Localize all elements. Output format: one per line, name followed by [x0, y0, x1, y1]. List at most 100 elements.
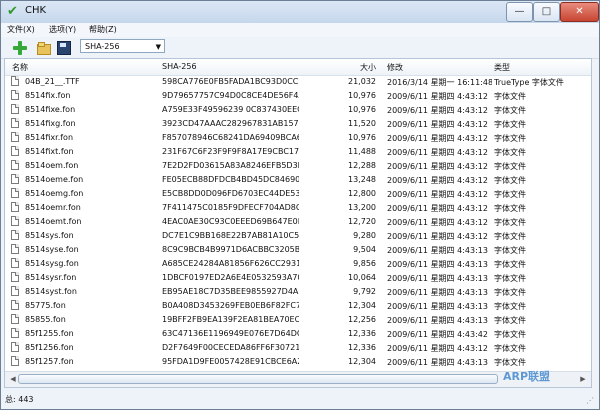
- file-hash: 231F67C6F23F9F9F8A17E9CBC173...: [162, 147, 299, 156]
- close-button[interactable]: ✕: [560, 2, 599, 22]
- file-modified: 2009/6/11 星期四 4:43:12: [387, 106, 488, 115]
- file-modified: 2009/6/11 星期四 4:43:13: [387, 302, 488, 311]
- file-modified: 2009/6/11 星期四 4:43:12: [387, 162, 488, 171]
- file-modified: 2009/6/11 星期四 4:43:12: [387, 148, 488, 157]
- file-type: 字体文件: [494, 288, 526, 297]
- file-icon: [11, 328, 19, 338]
- file-type: TrueType 字体文件: [494, 78, 564, 87]
- maximize-button[interactable]: □: [533, 2, 560, 22]
- file-size: 12,288: [348, 161, 376, 170]
- table-row[interactable]: 8514syst.fon EB95AE18C7D35BEE9855927D4A6…: [5, 285, 591, 299]
- file-size: 12,256: [348, 315, 376, 324]
- file-modified: 2009/6/11 星期四 4:43:12: [387, 134, 488, 143]
- title-bar[interactable]: ✔ CHK — □ ✕: [1, 1, 599, 24]
- file-modified: 2009/6/11 星期四 4:43:12: [387, 218, 488, 227]
- hash-algorithm-select[interactable]: SHA-256 ▼: [80, 39, 165, 53]
- minimize-button[interactable]: —: [506, 2, 533, 22]
- table-row[interactable]: 04B_21__.TTF 598CA776E0FB5FADA1BC93D0CC.…: [5, 75, 591, 89]
- file-type: 字体文件: [494, 232, 526, 241]
- file-hash: 8C9C9BCB4B9971D6ACBBC3205B...: [162, 245, 299, 254]
- file-icon: [11, 104, 19, 114]
- header-modified[interactable]: 修改: [387, 62, 495, 73]
- file-size: 12,304: [348, 301, 376, 310]
- header-hash[interactable]: SHA-256: [162, 62, 297, 71]
- file-type: 字体文件: [494, 260, 526, 269]
- file-name: 8514oeme.fon: [25, 175, 84, 184]
- table-row[interactable]: 85855.fon 19BFF2FB9EA139F2EA81BEA70EC...…: [5, 313, 591, 327]
- file-type: 字体文件: [494, 106, 526, 115]
- table-row[interactable]: 8514oemr.fon 7F411475C0185F9DFECF704AD8C…: [5, 201, 591, 215]
- file-type: 字体文件: [494, 204, 526, 213]
- file-name: 8514syse.fon: [25, 245, 79, 254]
- file-icon: [11, 230, 19, 240]
- file-size: 12,336: [348, 329, 376, 338]
- file-size: 13,248: [348, 175, 376, 184]
- table-row[interactable]: 8514oemg.fon E5CB8DD0D096FD6703EC44DE539…: [5, 187, 591, 201]
- file-type: 字体文件: [494, 246, 526, 255]
- file-modified: 2009/6/11 星期四 4:43:42: [387, 330, 488, 339]
- table-row[interactable]: 85f1257.fon 95FDA1D9FE0057428E91CBCE6A2.…: [5, 355, 591, 369]
- header-type[interactable]: 类型: [494, 62, 584, 73]
- file-name: 04B_21__.TTF: [25, 77, 80, 86]
- file-size: 10,976: [348, 133, 376, 142]
- file-name: 8514oemt.fon: [25, 217, 82, 226]
- table-row[interactable]: 8514oeme.fon FE05ECB88DFDCB4BD45DC84690.…: [5, 173, 591, 187]
- file-icon: [11, 132, 19, 142]
- table-row[interactable]: 85f1256.fon D2F7649F00CECEDA86FF6F30721.…: [5, 341, 591, 355]
- file-hash: 3923CD47AAAC282967831AB1571...: [162, 119, 299, 128]
- file-type: 字体文件: [494, 148, 526, 157]
- file-hash: D2F7649F00CECEDA86FF6F30721...: [162, 343, 299, 352]
- file-size: 11,488: [348, 147, 376, 156]
- file-icon: [11, 286, 19, 296]
- file-icon: [11, 90, 19, 100]
- header-size[interactable]: 大小: [316, 62, 376, 73]
- file-type: 字体文件: [494, 316, 526, 325]
- file-hash: B0A408D3453269FEB0EB6F82FC70...: [162, 301, 299, 310]
- save-icon[interactable]: [56, 40, 71, 55]
- table-header: 名称 SHA-256 大小 修改 类型: [5, 59, 591, 76]
- file-modified: 2009/6/11 星期四 4:43:12: [387, 190, 488, 199]
- file-size: 11,520: [348, 119, 376, 128]
- table-row[interactable]: 8514fixr.fon F857078946C68241DA69409BCA6…: [5, 131, 591, 145]
- file-type: 字体文件: [494, 120, 526, 129]
- table-row[interactable]: 85f1255.fon 63C47136E1196949E076E7D64DC.…: [5, 327, 591, 341]
- menu-options[interactable]: 选项(Y): [49, 24, 76, 35]
- file-name: 8514fix.fon: [25, 91, 71, 100]
- menu-help[interactable]: 帮助(Z): [89, 24, 117, 35]
- file-icon: [11, 118, 19, 128]
- file-type: 字体文件: [494, 134, 526, 143]
- file-hash: 1DBCF0197ED2A6E4E0532593A70...: [162, 273, 299, 282]
- table-row[interactable]: 8514sysg.fon A685CE24284A81856F626CC2931…: [5, 257, 591, 271]
- table-row[interactable]: 8514sys.fon DC7E1C9BB168E22B7AB81A10C5..…: [5, 229, 591, 243]
- file-hash: EB95AE18C7D35BEE9855927D4A6...: [162, 287, 299, 296]
- main-window: ✔ CHK — □ ✕ 文件(X) 选项(Y) 帮助(Z) SHA-256 ▼ …: [0, 0, 600, 410]
- file-size: 12,336: [348, 343, 376, 352]
- file-size: 21,032: [348, 77, 376, 86]
- file-size: 9,280: [353, 231, 376, 240]
- file-modified: 2009/6/11 星期四 4:43:12: [387, 204, 488, 213]
- table-row[interactable]: 8514fixg.fon 3923CD47AAAC282967831AB1571…: [5, 117, 591, 131]
- table-row[interactable]: 8514sysr.fon 1DBCF0197ED2A6E4E0532593A70…: [5, 271, 591, 285]
- file-icon: [11, 202, 19, 212]
- table-row[interactable]: 85775.fon B0A408D3453269FEB0EB6F82FC70..…: [5, 299, 591, 313]
- file-icon: [11, 174, 19, 184]
- scrollbar-thumb[interactable]: [18, 374, 498, 384]
- menu-file[interactable]: 文件(X): [7, 24, 35, 35]
- resize-grip-icon[interactable]: ⋰: [586, 396, 596, 406]
- file-type: 字体文件: [494, 162, 526, 171]
- window-title: CHK: [25, 5, 47, 16]
- chevron-down-icon: ▼: [155, 43, 161, 51]
- table-row[interactable]: 8514fixt.fon 231F67C6F23F9F9F8A17E9CBC17…: [5, 145, 591, 159]
- add-icon[interactable]: [12, 40, 27, 55]
- table-row[interactable]: 8514oem.fon 7E2D2FD03615A83A8246EFB5D3D.…: [5, 159, 591, 173]
- file-name: 8514sysr.fon: [25, 273, 77, 282]
- folder-icon[interactable]: [36, 40, 51, 55]
- file-table[interactable]: 名称 SHA-256 大小 修改 类型 04B_21__.TTF 598CA77…: [4, 58, 592, 388]
- header-name[interactable]: 名称: [12, 62, 152, 73]
- file-name: 85f1256.fon: [25, 343, 74, 352]
- table-row[interactable]: 8514fix.fon 9D79657757C94D0C8CE4DE56F4A.…: [5, 89, 591, 103]
- table-row[interactable]: 8514syse.fon 8C9C9BCB4B9971D6ACBBC3205B.…: [5, 243, 591, 257]
- table-row[interactable]: 8514oemt.fon 4EAC0AE30C93C0EEED69B647E0D…: [5, 215, 591, 229]
- file-name: 8514fixe.fon: [25, 105, 76, 114]
- table-row[interactable]: 8514fixe.fon A759E33F49596239 0C837430EE…: [5, 103, 591, 117]
